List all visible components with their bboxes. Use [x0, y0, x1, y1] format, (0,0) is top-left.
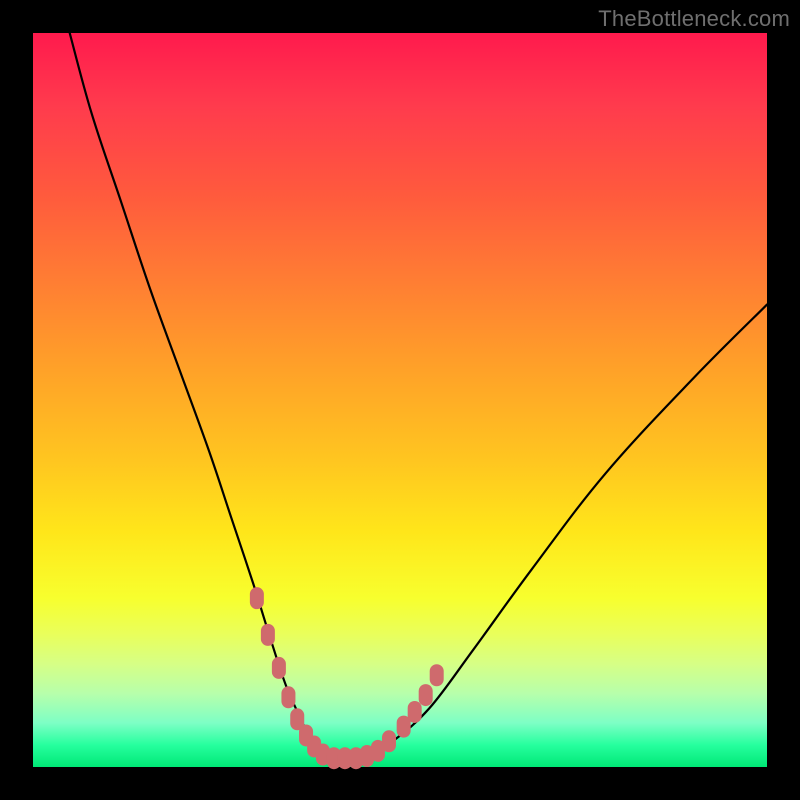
curve-marker — [281, 686, 295, 708]
curve-marker — [261, 624, 275, 646]
watermark-text: TheBottleneck.com — [598, 6, 790, 32]
chart-root: TheBottleneck.com — [0, 0, 800, 800]
plot-area — [33, 33, 767, 767]
chart-svg — [33, 33, 767, 767]
curve-marker — [382, 730, 396, 752]
curve-marker — [430, 664, 444, 686]
curve-markers — [250, 587, 444, 769]
curve-marker — [272, 657, 286, 679]
curve-marker — [250, 587, 264, 609]
curve-marker — [408, 701, 422, 723]
bottleneck-curve — [70, 33, 767, 759]
curve-marker — [419, 684, 433, 706]
